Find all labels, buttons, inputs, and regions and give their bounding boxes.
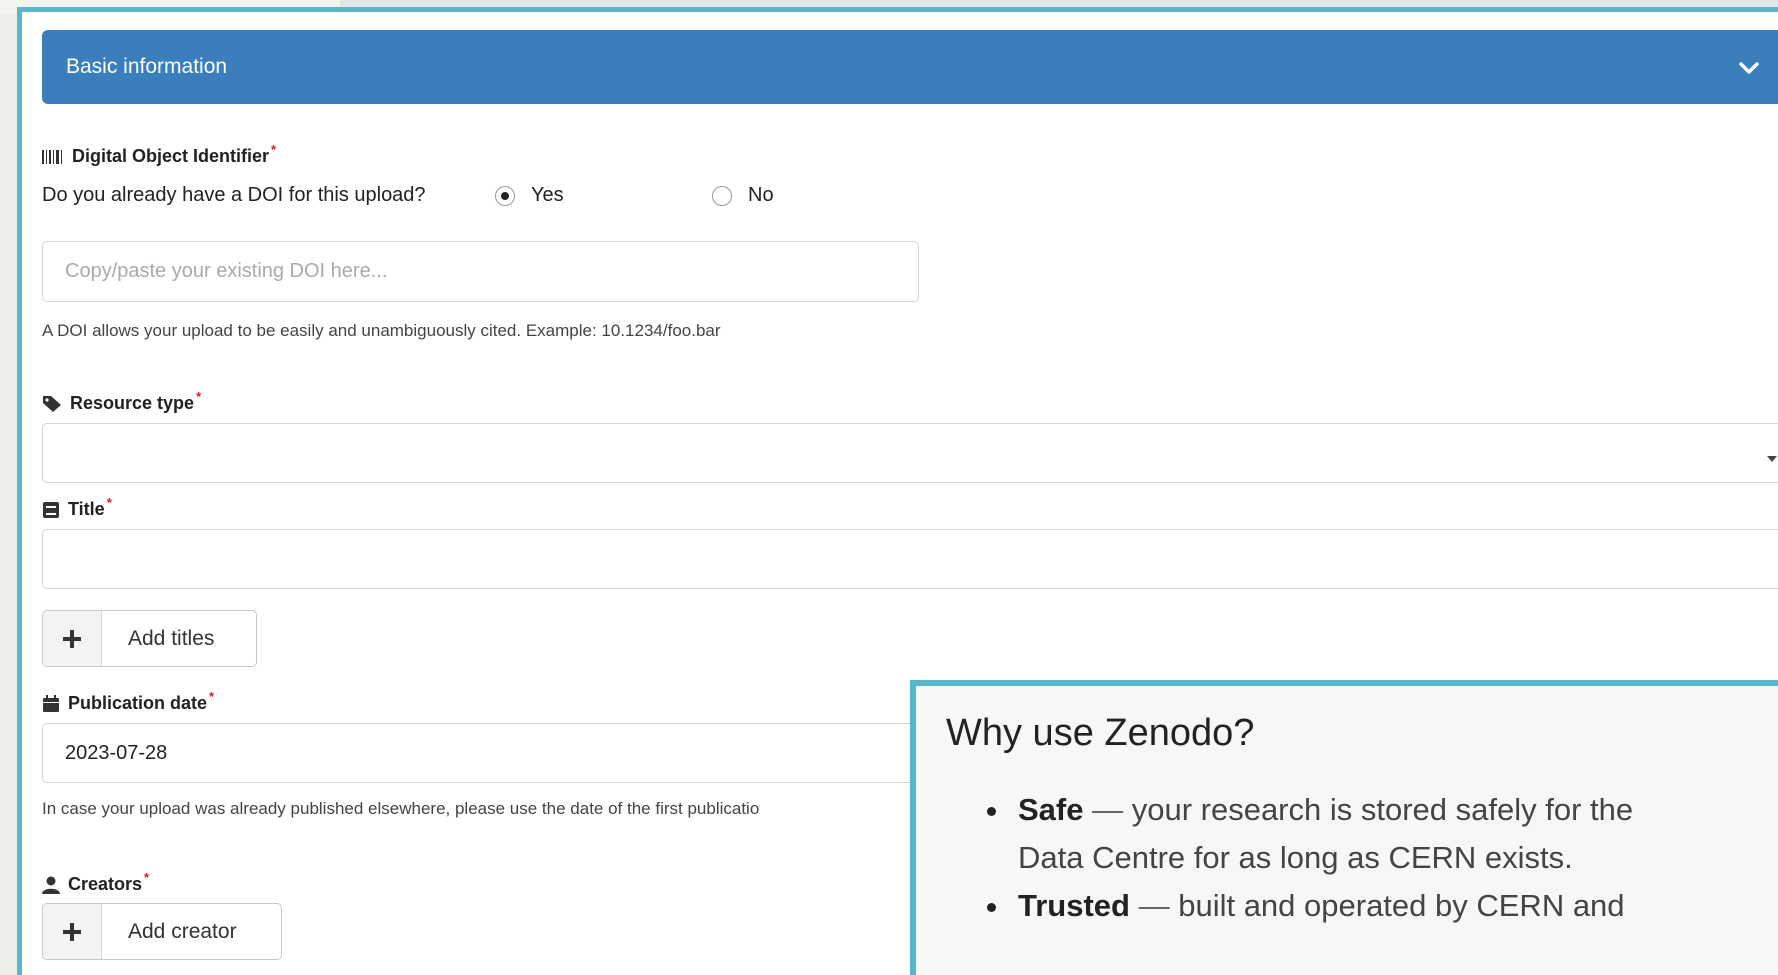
required-marker: *: [196, 389, 202, 404]
title-input[interactable]: [42, 529, 1778, 589]
safe-text-cont: Data Centre for as long as CERN exists.: [1018, 840, 1573, 875]
doi-yes-radio[interactable]: Yes: [495, 184, 564, 207]
dash: —: [1138, 888, 1170, 923]
why-zenodo-list: Safe — your research is stored safely fo…: [984, 786, 1778, 930]
title-label: Title *: [42, 495, 112, 520]
publication-date-label-text: Publication date: [68, 693, 208, 713]
resource-type-label-text: Resource type: [70, 393, 195, 413]
resource-type-select[interactable]: [42, 423, 1778, 483]
chevron-down-icon[interactable]: [1767, 456, 1777, 462]
list-item: Safe — your research is stored safely fo…: [1012, 786, 1778, 882]
trusted-title: Trusted: [1018, 888, 1130, 923]
required-marker: *: [106, 495, 112, 510]
creators-label-text: Creators: [68, 874, 143, 894]
resource-type-label: Resource type *: [42, 389, 201, 414]
required-marker: *: [271, 142, 277, 157]
required-marker: *: [144, 870, 150, 885]
doi-question: Do you already have a DOI for this uploa…: [42, 184, 426, 206]
creators-label: Creators *: [42, 870, 149, 895]
publication-date-help-text: In case your upload was already publishe…: [42, 799, 760, 818]
doi-no-radio-button[interactable]: [712, 185, 732, 206]
doi-yes-radio-button[interactable]: [495, 185, 515, 206]
safe-title: Safe: [1018, 792, 1084, 827]
publication-date-label: Publication date *: [42, 689, 214, 714]
doi-input[interactable]: [42, 241, 919, 302]
tag-icon: [43, 395, 61, 412]
doi-yes-label: Yes: [531, 184, 564, 206]
book-icon: [43, 501, 59, 518]
add-titles-button[interactable]: Add titles: [42, 610, 257, 667]
barcode-icon: [42, 149, 62, 164]
doi-label-text: Digital Object Identifier: [72, 146, 270, 166]
basic-information-header[interactable]: Basic information: [42, 30, 1778, 104]
plus-icon: [43, 611, 102, 666]
trusted-text: built and operated by CERN and: [1169, 888, 1625, 923]
doi-label: Digital Object Identifier *: [42, 142, 276, 167]
list-item: Trusted — built and operated by CERN and: [1012, 882, 1778, 930]
doi-no-radio[interactable]: No: [712, 184, 774, 207]
why-zenodo-panel: Why use Zenodo? Safe — your research is …: [910, 680, 1778, 975]
doi-help-text: A DOI allows your upload to be easily an…: [42, 321, 721, 340]
title-label-text: Title: [68, 499, 105, 519]
required-marker: *: [209, 689, 215, 704]
add-creator-label: Add creator: [128, 919, 237, 943]
chevron-down-icon[interactable]: [1737, 56, 1761, 80]
plus-icon: [43, 904, 102, 959]
safe-text: your research is stored safely for the: [1123, 792, 1634, 827]
doi-no-label: No: [748, 184, 774, 206]
add-titles-label: Add titles: [128, 626, 215, 650]
dash: —: [1092, 792, 1124, 827]
user-icon: [42, 876, 60, 894]
why-zenodo-heading: Why use Zenodo?: [946, 712, 1255, 754]
calendar-icon: [43, 694, 59, 712]
add-creator-button[interactable]: Add creator: [42, 903, 282, 960]
panel-title: Basic information: [66, 55, 228, 78]
